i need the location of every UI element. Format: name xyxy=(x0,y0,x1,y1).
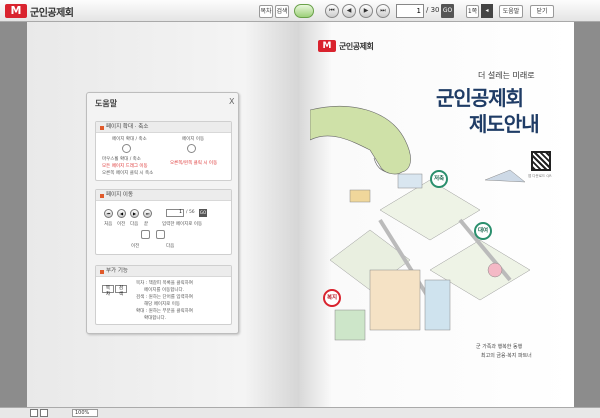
zoom-line-1: 마우스휠 확대 / 축소 xyxy=(102,157,141,162)
nav-label-goto: 입력한 페이지로 이동 xyxy=(162,222,203,227)
extra-line-4: 해당 페이지로 이동 xyxy=(144,302,180,307)
page-total: / 30 xyxy=(426,6,440,14)
cover-brand-logo: M 군인공제회 xyxy=(318,40,374,52)
close-icon[interactable]: X xyxy=(229,97,234,106)
zoom-select[interactable]: 100% xyxy=(72,409,98,417)
section-title: 페이지 이동 xyxy=(96,190,231,201)
go-button[interactable]: GO xyxy=(441,4,454,18)
search-button[interactable]: 검색 xyxy=(275,5,289,18)
badge-save: 저축 xyxy=(430,170,448,188)
top-toolbar: M 군인공제회 목차 검색 ⏮ ◀ ▶ ⏭ 1 / 30 GO 1쪽 ◂ 도움말… xyxy=(0,0,600,22)
first-page-icon: ⏮ xyxy=(104,209,113,218)
section-title: 페이지 확대 · 축소 xyxy=(96,122,231,133)
move-line: 오른쪽/왼쪽 클릭 시 이동 xyxy=(170,161,218,166)
next-page-icon: ▶ xyxy=(130,209,139,218)
nav-help-section: 페이지 이동 ⏮ ◀ ▶ ⏭ 1 / 56 GO 처음 이전 다음 끝 입력한 … xyxy=(95,189,232,255)
go-sample: GO xyxy=(199,209,207,217)
badge-welfare: 복지 xyxy=(323,289,341,307)
extra-line-5: 확대 : 원하는 부분을 클릭하여 xyxy=(136,309,193,314)
zoom-toggle-button[interactable] xyxy=(294,4,314,18)
page-input-sample: 1 xyxy=(166,209,184,217)
zoom-line-2: 모든 페이지 드래그 이동 xyxy=(102,164,148,169)
page-corner-icon xyxy=(141,230,150,239)
page-total-sample: / 56 xyxy=(186,210,195,215)
spread-view-icon[interactable] xyxy=(40,409,48,417)
brand-name: 군인공제회 xyxy=(30,7,74,19)
zoom-caption: 페이지 확대 / 축소 xyxy=(112,137,147,142)
help-panel: 도움말 X 페이지 확대 · 축소 페이지 확대 / 축소 페이지 이동 마우스… xyxy=(86,92,239,334)
help-button[interactable]: 도움말 xyxy=(499,5,523,18)
section-title: 부가 기능 xyxy=(96,266,231,277)
logo-mark: M xyxy=(318,40,336,52)
cover-illustration xyxy=(310,105,531,341)
prev-page-icon[interactable]: ◀ xyxy=(342,4,356,18)
extra-help-section: 부가 기능 목차 검색 목차 : 책갈피 목록을 클릭하여 페이지를 이동합니다… xyxy=(95,265,232,325)
help-title: 도움말 xyxy=(95,99,118,108)
brand-logo: M 군인공제회 xyxy=(5,3,74,19)
exit-button[interactable]: 닫기 xyxy=(530,5,554,18)
extra-line-6: 확대합니다. xyxy=(144,316,167,321)
zoom-help-section: 페이지 확대 · 축소 페이지 확대 / 축소 페이지 이동 마우스휠 확대 /… xyxy=(95,121,232,181)
toc-button[interactable]: 목차 xyxy=(259,5,273,18)
corner-prev-label: 이전 xyxy=(131,244,140,249)
mouse-wheel-icon xyxy=(122,144,131,153)
cover-footer-line-1: 군 가족과 행복한 동행 xyxy=(476,344,523,350)
nav-label-prev: 이전 xyxy=(117,222,126,227)
thumbnail-icon[interactable] xyxy=(30,409,38,417)
corner-next-label: 다음 xyxy=(166,244,175,249)
next-page-icon[interactable]: ▶ xyxy=(359,4,373,18)
single-page-button[interactable]: 1쪽 xyxy=(466,5,479,18)
extra-line-2: 페이지를 이동합니다. xyxy=(144,288,185,293)
nav-label-last: 끝 xyxy=(144,222,149,227)
view-toggle-icon[interactable]: ◂ xyxy=(481,4,493,18)
page-corner-icon xyxy=(156,230,165,239)
badge-loan: 대여 xyxy=(474,222,492,240)
bottom-bar: 100% xyxy=(0,407,600,418)
first-page-icon[interactable]: ⏮ xyxy=(325,4,339,18)
move-caption: 페이지 이동 xyxy=(182,137,205,142)
cover-brand-name: 군인공제회 xyxy=(339,41,374,51)
search-sample-button: 검색 xyxy=(115,285,127,297)
page-number-input[interactable]: 1 xyxy=(396,4,424,18)
last-page-icon[interactable]: ⏭ xyxy=(376,4,390,18)
prev-page-icon: ◀ xyxy=(117,209,126,218)
zoom-line-3: 오른쪽 페이지 클릭 시 축소 xyxy=(102,171,154,176)
mouse-click-icon xyxy=(187,144,196,153)
cover-footer-line-2: 최고의 금융·복지 파트너 xyxy=(481,353,532,359)
toc-sample-button: 목차 xyxy=(102,285,114,297)
last-page-icon: ⏭ xyxy=(143,209,152,218)
extra-line-1: 목차 : 책갈피 목록을 클릭하여 xyxy=(136,281,193,286)
logo-mark: M xyxy=(5,4,27,18)
extra-line-3: 검색 : 원하는 단어를 입력하여 xyxy=(136,295,193,300)
nav-label-next: 다음 xyxy=(130,222,139,227)
nav-label-first: 처음 xyxy=(104,222,113,227)
